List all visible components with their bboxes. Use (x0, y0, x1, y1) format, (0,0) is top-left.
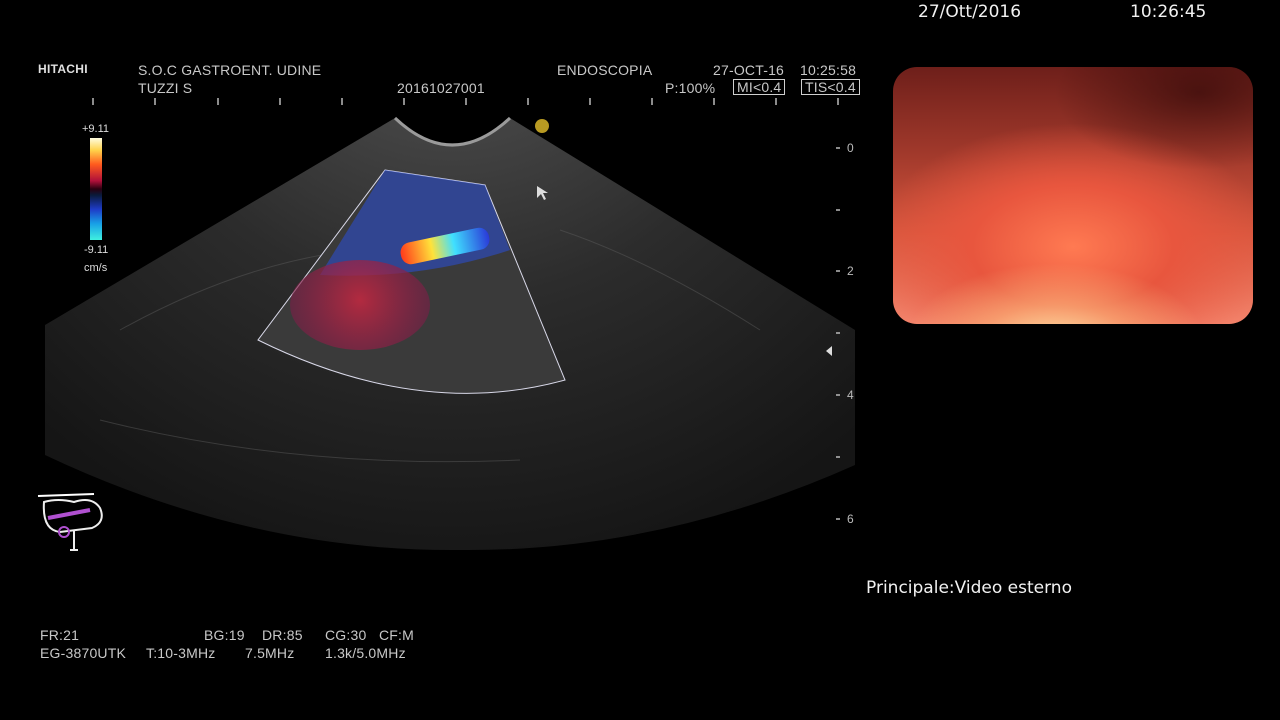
body-marker-icon (37, 493, 103, 551)
depth-mark: 2 (847, 264, 854, 278)
param-freq: 7.5MHz (245, 645, 295, 661)
endoscope-video (893, 67, 1253, 324)
depth-mark: 6 (847, 512, 854, 526)
depth-mark: 0 (847, 141, 854, 155)
depth-mark: 4 (847, 388, 854, 402)
ultrasound-image (45, 116, 855, 551)
param-cg: CG:30 (325, 627, 367, 643)
param-cf: CF:M (379, 627, 415, 643)
video-source-label: Principale:Video esterno (866, 578, 1072, 598)
system-date: 27/Ott/2016 (918, 2, 1022, 22)
param-bg: BG:19 (204, 627, 245, 643)
system-time: 10:26:45 (1130, 2, 1207, 22)
param-dr: DR:85 (262, 627, 303, 643)
param-probe: EG-3870UTK (40, 645, 127, 661)
param-transmit: T:10-3MHz (146, 645, 216, 661)
param-fr: FR:21 (40, 627, 80, 643)
param-doppler: 1.3k/5.0MHz (325, 645, 406, 661)
